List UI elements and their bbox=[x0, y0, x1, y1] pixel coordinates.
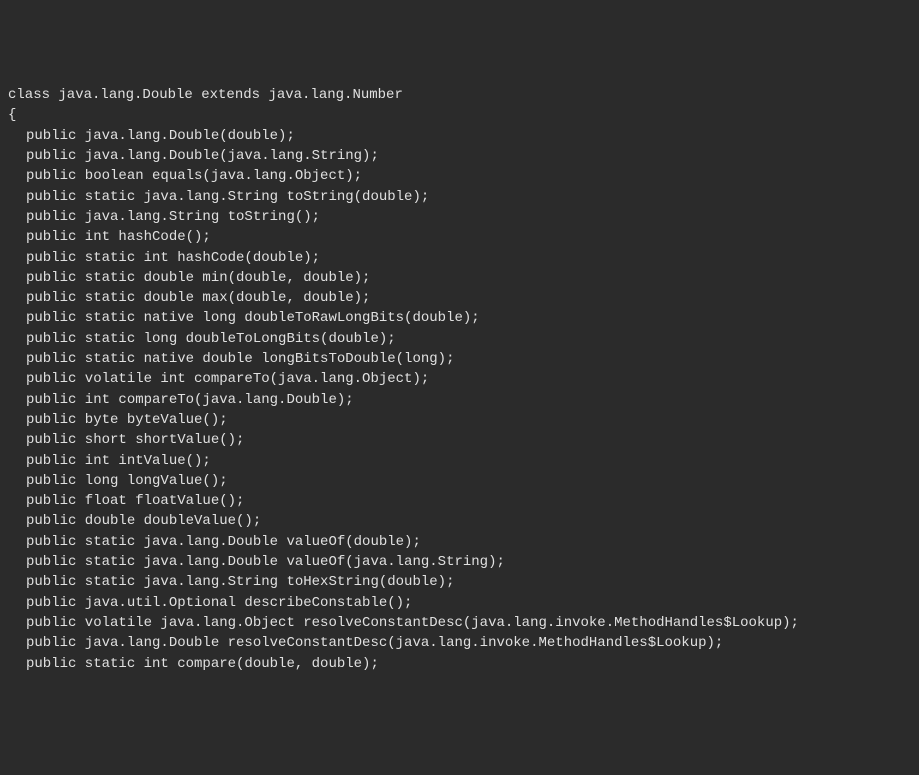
code-line: public int hashCode(); bbox=[8, 227, 911, 247]
code-line: public static java.lang.Double valueOf(d… bbox=[8, 532, 911, 552]
code-line: public static double min(double, double)… bbox=[8, 268, 911, 288]
code-line: public long longValue(); bbox=[8, 471, 911, 491]
code-line: public static double max(double, double)… bbox=[8, 288, 911, 308]
code-line: public static int compare(double, double… bbox=[8, 654, 911, 674]
code-line: public volatile int compareTo(java.lang.… bbox=[8, 369, 911, 389]
code-line: public int intValue(); bbox=[8, 451, 911, 471]
code-line: public java.lang.Double(java.lang.String… bbox=[8, 146, 911, 166]
code-editor[interactable]: class java.lang.Double extends java.lang… bbox=[8, 85, 911, 674]
code-line: public short shortValue(); bbox=[8, 430, 911, 450]
code-line: public volatile java.lang.Object resolve… bbox=[8, 613, 911, 633]
code-line: public java.lang.Double(double); bbox=[8, 126, 911, 146]
code-line: public java.lang.Double resolveConstantD… bbox=[8, 633, 911, 653]
code-line: public java.util.Optional describeConsta… bbox=[8, 593, 911, 613]
code-line: public static long doubleToLongBits(doub… bbox=[8, 329, 911, 349]
code-line: public boolean equals(java.lang.Object); bbox=[8, 166, 911, 186]
code-line: public float floatValue(); bbox=[8, 491, 911, 511]
code-line: public static java.lang.String toString(… bbox=[8, 187, 911, 207]
code-line: public static native double longBitsToDo… bbox=[8, 349, 911, 369]
code-line: public static java.lang.Double valueOf(j… bbox=[8, 552, 911, 572]
code-line: public static java.lang.String toHexStri… bbox=[8, 572, 911, 592]
code-line: public byte byteValue(); bbox=[8, 410, 911, 430]
code-line: public static native long doubleToRawLon… bbox=[8, 308, 911, 328]
class-declaration: class java.lang.Double extends java.lang… bbox=[8, 85, 911, 105]
code-line: public java.lang.String toString(); bbox=[8, 207, 911, 227]
code-line: public int compareTo(java.lang.Double); bbox=[8, 390, 911, 410]
code-line: public static int hashCode(double); bbox=[8, 248, 911, 268]
code-line: public double doubleValue(); bbox=[8, 511, 911, 531]
brace-open: { bbox=[8, 105, 911, 125]
